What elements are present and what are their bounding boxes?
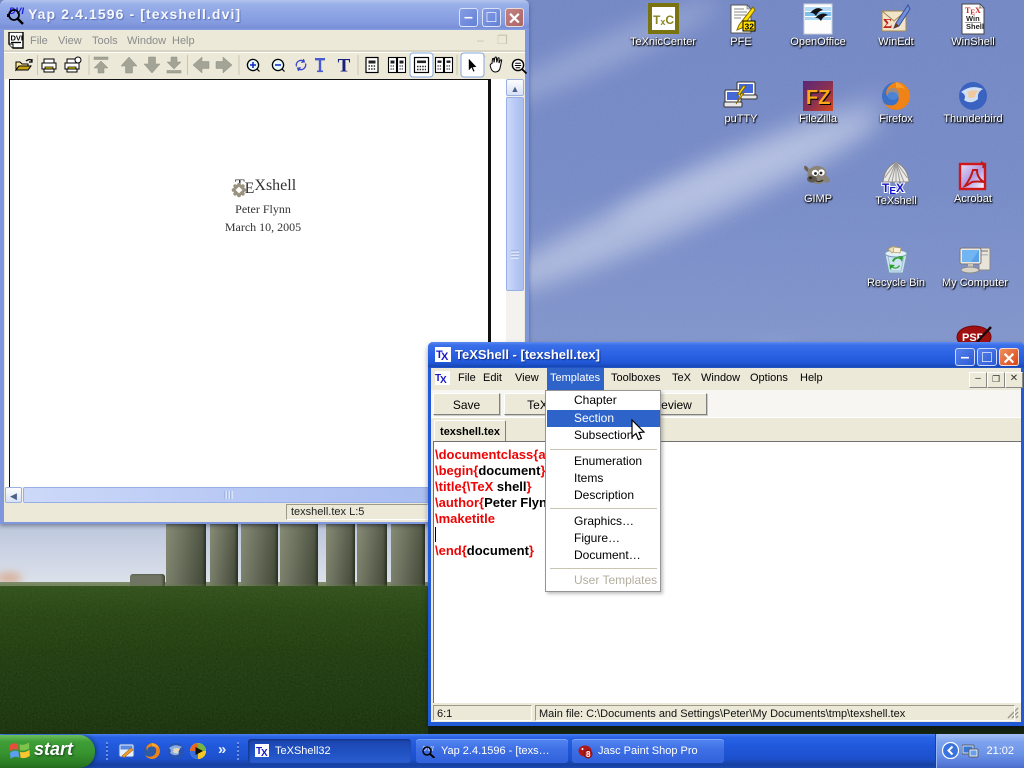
- svg-text:DVI: DVI: [11, 34, 24, 43]
- svg-text:X: X: [440, 375, 447, 386]
- svg-text:TEX: TEX: [882, 181, 904, 194]
- svg-text:FZ: FZ: [806, 87, 830, 109]
- svg-text:X: X: [261, 748, 268, 758]
- svg-text:Σ: Σ: [883, 17, 892, 32]
- svg-text:T: T: [338, 56, 351, 77]
- svg-text:8: 8: [586, 750, 591, 759]
- svg-text:Shell: Shell: [966, 22, 984, 31]
- svg-text:X: X: [441, 351, 449, 363]
- svg-text:32: 32: [745, 22, 755, 32]
